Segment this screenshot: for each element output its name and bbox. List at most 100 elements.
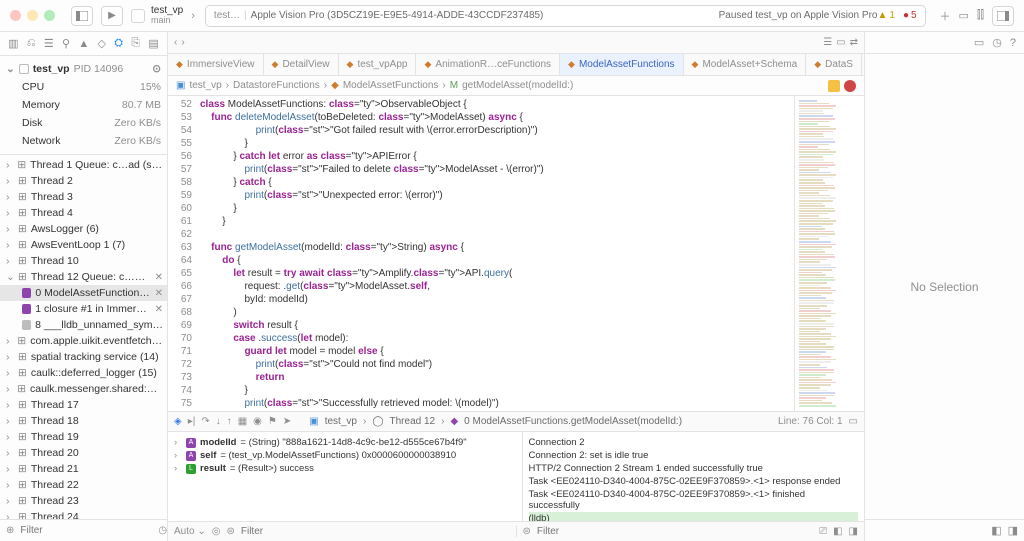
thread-row[interactable]: ›⊞caulk::deferred_logger (15) (0, 365, 167, 381)
quicklook-icon[interactable]: ◎ (212, 526, 221, 537)
row-accessory-icon[interactable]: ✕ (155, 288, 163, 299)
bookmark-icon[interactable]: ☰ (44, 37, 54, 50)
minimize-window-button[interactable] (27, 10, 38, 21)
process-settings-icon[interactable]: ⊙ (152, 63, 161, 75)
source-control-icon[interactable]: ⎌ (27, 37, 36, 50)
row-accessory-icon[interactable]: ✕ (155, 304, 163, 315)
disclosure-icon[interactable]: › (174, 450, 182, 461)
disclosure-icon[interactable]: › (6, 239, 14, 251)
continue-icon[interactable]: ▸| (188, 416, 196, 427)
file-inspector-icon[interactable]: ▭ (974, 36, 984, 49)
toggle-breakpoints-icon[interactable]: ◈ (174, 416, 182, 427)
activity-status-bar[interactable]: test… | Apple Vision Pro (3D5CZ19E-E9E5-… (205, 5, 926, 27)
thread-row[interactable]: ›⊞Thread 21 (0, 461, 167, 477)
warnings-indicator[interactable]: ▲1 (877, 10, 894, 21)
editor-tab[interactable]: ◆ModelAssetFunctions (560, 54, 684, 75)
editor-tab[interactable]: ◆DataS (806, 54, 862, 75)
crumb-0[interactable]: test_vp (189, 80, 221, 91)
location-icon[interactable]: ➤ (283, 416, 291, 427)
thread-row[interactable]: ›⊞AwsLogger (6) (0, 221, 167, 237)
debug-icon[interactable]: ⛭ (114, 37, 123, 50)
find-icon[interactable]: ⚲ (62, 37, 70, 50)
disclosure-icon[interactable]: › (6, 383, 13, 395)
zoom-window-button[interactable] (44, 10, 55, 21)
layout-left-icon[interactable]: ◧ (833, 526, 842, 537)
disclosure-icon[interactable]: › (6, 415, 14, 427)
disclosure-icon[interactable]: › (6, 479, 14, 491)
debug-crumb-1[interactable]: Thread 12 (390, 416, 436, 427)
navigator-filter-input[interactable] (20, 525, 152, 536)
editor-tab[interactable]: ◆AnimationR…ceFunctions (416, 54, 560, 75)
thread-row[interactable]: ›⊞AwsEventLoop 1 (7) (0, 237, 167, 253)
stack-frame-row[interactable]: 8 ___lldb_unnamed_symbo… (0, 317, 167, 333)
thread-row[interactable]: ›⊞caulk.messenger.shared:high… (0, 381, 167, 397)
variable-row[interactable]: ›L result = (Result>) success (174, 462, 516, 475)
hide-debug-icon[interactable]: ▭ (849, 416, 858, 427)
disclosure-icon[interactable]: › (6, 255, 14, 267)
library-icon[interactable]: ▭ (959, 9, 969, 22)
environment-icon[interactable]: ⚑ (268, 416, 277, 427)
file-warning-icon[interactable] (828, 80, 840, 92)
add-editor-icon[interactable]: ▭ (836, 37, 845, 48)
editor-tab[interactable]: ◆ImmersiveView (168, 54, 264, 75)
chevron-down-icon[interactable]: ⌄ (6, 63, 15, 75)
disclosure-icon[interactable]: › (6, 159, 13, 171)
clock-icon[interactable]: ◷ (158, 525, 167, 536)
crumb-2[interactable]: ModelAssetFunctions (343, 80, 439, 91)
toggle-inspector-button[interactable] (992, 6, 1014, 26)
thread-row[interactable]: ›⊞Thread 1 Queue: c…ad (serial) (0, 157, 167, 173)
filter-icon[interactable]: ⊕ (6, 525, 14, 536)
thread-row[interactable]: ›⊞spatial tracking service (14) (0, 349, 167, 365)
lldb-prompt[interactable]: (lldb) (529, 512, 859, 521)
disclosure-icon[interactable]: › (6, 335, 13, 347)
variables-view[interactable]: ›A modelId = (String) "888a1621-14d8-4c9… (168, 432, 523, 521)
disclosure-icon[interactable]: › (6, 399, 14, 411)
debug-crumb-2[interactable]: 0 ModelAssetFunctions.getModelAsset(mode… (464, 416, 682, 427)
filter-icon[interactable]: ⊜ (226, 526, 234, 537)
run-button[interactable]: ▶ (101, 6, 123, 26)
thread-row[interactable]: ›⊞Thread 3 (0, 189, 167, 205)
thread-list[interactable]: ›⊞Thread 1 Queue: c…ad (serial)›⊞Thread … (0, 155, 167, 519)
variables-filter-input[interactable] (241, 526, 510, 537)
disclosure-icon[interactable]: › (6, 223, 14, 235)
close-window-button[interactable] (10, 10, 21, 21)
line-gutter[interactable]: 5253545556575859606162636465666768697071… (168, 96, 196, 411)
issues-icon[interactable]: ▲ (78, 38, 89, 50)
thread-row[interactable]: ›⊞Thread 2 (0, 173, 167, 189)
crumb-1[interactable]: DatastoreFunctions (233, 80, 320, 91)
disclosure-icon[interactable]: › (174, 463, 182, 474)
step-over-icon[interactable]: ↷ (201, 416, 209, 427)
source-editor[interactable]: 5253545556575859606162636465666768697071… (168, 96, 794, 411)
footer-layout-left-icon[interactable]: ◧ (991, 524, 1001, 537)
plus-icon[interactable]: ＋ (940, 8, 951, 24)
split-editor-icon[interactable]: ⫿⫿ (977, 9, 984, 22)
history-inspector-icon[interactable]: ◷ (992, 36, 1002, 49)
thread-row[interactable]: ›⊞Thread 23 (0, 493, 167, 509)
thread-row[interactable]: ›⊞Thread 19 (0, 429, 167, 445)
editor-tab[interactable]: ◆ModelAsset+Schema (684, 54, 807, 75)
toggle-navigator-button[interactable] (71, 6, 93, 26)
thread-row[interactable]: ›⊞Thread 20 (0, 445, 167, 461)
footer-layout-right-icon[interactable]: ◨ (1008, 524, 1018, 537)
memory-graph-icon[interactable]: ◉ (253, 416, 262, 427)
variable-row[interactable]: ›A modelId = (String) "888a1621-14d8-4c9… (174, 436, 516, 449)
variable-row[interactable]: ›A self = (test_vp.ModelAssetFunctions) … (174, 449, 516, 462)
crumb-3[interactable]: getModelAsset(modelId:) (462, 80, 573, 91)
thread-row[interactable]: ›⊞Thread 24 (0, 509, 167, 519)
folder-icon[interactable]: ▥ (8, 37, 18, 50)
code-content[interactable]: class ModelAssetFunctions: class="ty">Ob… (196, 96, 794, 411)
file-error-icon[interactable] (844, 80, 856, 92)
disclosure-icon[interactable]: › (6, 431, 14, 443)
thread-row[interactable]: ›⊞Thread 22 (0, 477, 167, 493)
disclosure-icon[interactable]: › (6, 175, 14, 187)
disclosure-icon[interactable]: › (6, 351, 14, 363)
disclosure-icon[interactable]: › (6, 511, 14, 519)
editor-options-icon[interactable]: ⇄ (850, 37, 858, 48)
minimap[interactable] (794, 96, 864, 411)
thread-row[interactable]: ›⊞Thread 10 (0, 253, 167, 269)
tests-icon[interactable]: ◇ (98, 37, 106, 50)
step-into-icon[interactable]: ↓ (216, 416, 221, 427)
editor-tab[interactable]: ◆test_vpApp (339, 54, 417, 75)
thread-row[interactable]: ›⊞com.apple.uikit.eventfetch-th… (0, 333, 167, 349)
disclosure-icon[interactable]: › (6, 495, 14, 507)
